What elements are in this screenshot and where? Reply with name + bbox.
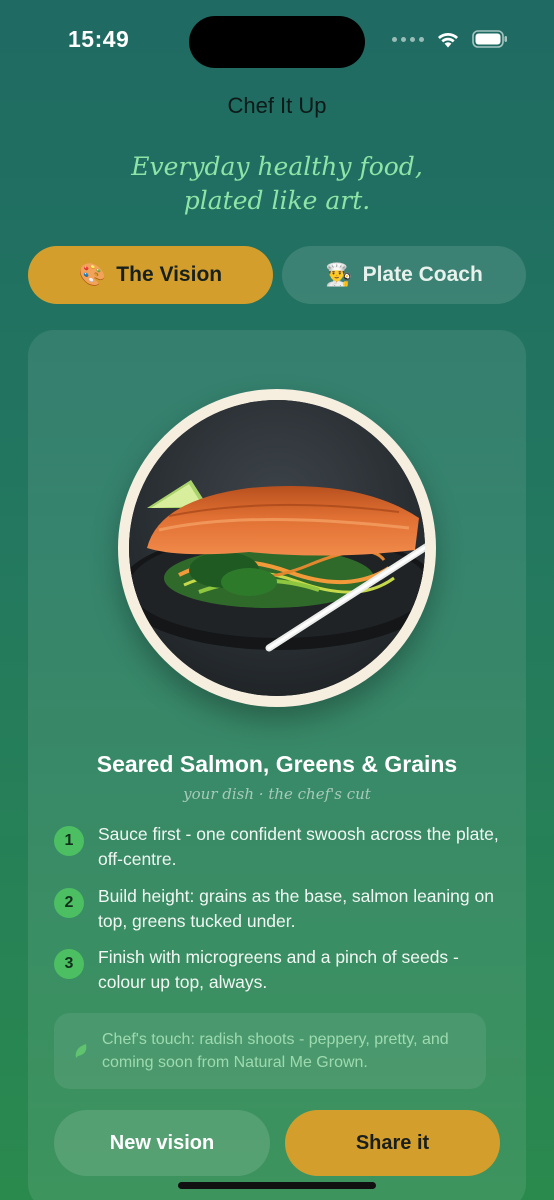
step-number-badge: 3 — [54, 949, 84, 979]
tab-the-vision-label: The Vision — [116, 263, 223, 286]
plating-step: 2 Build height: grains as the base, salm… — [54, 884, 504, 934]
dish-photo — [129, 400, 425, 696]
dish-subtitle: your dish · the chef's cut — [183, 785, 371, 803]
status-icons — [392, 30, 508, 48]
step-text: Build height: grains as the base, salmon… — [98, 886, 494, 931]
tagline-line-2: plated like art. — [183, 186, 371, 215]
step-number-badge: 1 — [54, 826, 84, 856]
leaf-icon — [75, 1044, 87, 1058]
chefs-touch-text: Chef's touch: radish shoots - peppery, p… — [102, 1031, 449, 1071]
tagline: Everyday healthy food, plated like art. — [0, 150, 554, 218]
tab-plate-coach[interactable]: 👨‍🍳 Plate Coach — [282, 246, 526, 304]
palette-icon: 🎨 — [78, 262, 107, 287]
dish-title: Seared Salmon, Greens & Grains — [96, 751, 458, 777]
plating-step: 3 Finish with microgreens and a pinch of… — [54, 945, 504, 995]
app-title: Chef It Up — [227, 93, 327, 118]
step-text: Sauce first - one confident swoosh acros… — [98, 824, 499, 869]
wifi-icon — [436, 30, 460, 48]
signal-icon — [392, 36, 424, 42]
dynamic-island — [189, 16, 365, 68]
plating-step: 1 Sauce first - one confident swoosh acr… — [54, 822, 504, 872]
share-button[interactable]: Share it — [285, 1110, 500, 1176]
tab-the-vision[interactable]: 🎨 The Vision — [28, 246, 273, 304]
tab-plate-coach-label: Plate Coach — [362, 263, 483, 286]
new-vision-button[interactable]: New vision — [54, 1110, 270, 1176]
battery-icon — [472, 30, 508, 48]
step-text: Finish with microgreens and a pinch of s… — [98, 947, 459, 992]
home-indicator[interactable] — [178, 1182, 376, 1189]
step-number-badge: 2 — [54, 888, 84, 918]
chefs-touch-note: Chef's touch: radish shoots - peppery, p… — [54, 1013, 486, 1089]
status-time: 15:49 — [68, 26, 130, 52]
chef-icon: 👨‍🍳 — [325, 262, 353, 287]
tagline-line-1: Everyday healthy food, — [131, 152, 423, 181]
